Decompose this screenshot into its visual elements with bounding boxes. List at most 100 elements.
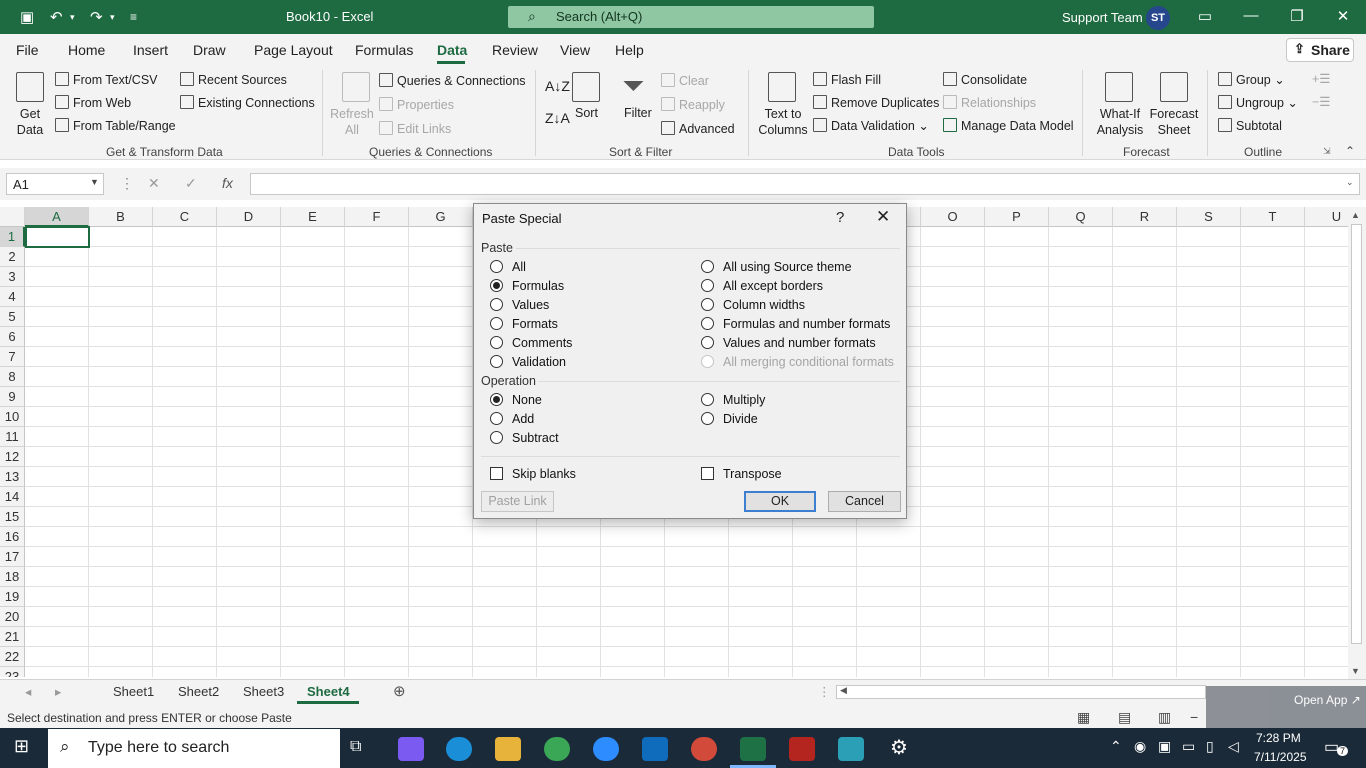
queries-connections-button[interactable]: Queries & Connections [379,73,526,88]
dialog-launcher-icon[interactable]: ⇲ [1323,146,1331,157]
radio-multiply[interactable]: Multiply [701,393,765,407]
tab-file[interactable]: File [16,42,39,58]
meet-icon[interactable]: ◉ [1134,738,1146,755]
row-header-22[interactable]: 22 [0,647,25,667]
radio-subtract[interactable]: Subtract [490,431,559,445]
edit-links-button[interactable]: Edit Links [379,121,451,136]
manage-data-model-button[interactable]: Manage Data Model [943,118,1074,133]
data-validation-button[interactable]: Data Validation ⌄ [813,118,929,133]
zoom-out-icon[interactable]: − [1190,709,1198,725]
row-header-1[interactable]: 1 [0,227,25,247]
tab-data[interactable]: Data [437,42,467,58]
recent-sources-button[interactable]: Recent Sources [180,72,287,87]
task-view-icon[interactable]: ⧉ [350,738,361,756]
radio-formulas-and-number-formats[interactable]: Formulas and number formats [701,317,890,331]
outlook-icon[interactable] [642,737,668,761]
scroll-down-icon[interactable]: ▼ [1351,666,1360,676]
select-all-corner[interactable] [0,207,25,227]
advanced-button[interactable]: Advanced [661,121,735,136]
collapse-ribbon-icon[interactable]: ⌃ [1345,144,1355,158]
row-header-13[interactable]: 13 [0,467,25,487]
close-window-icon[interactable]: ✕ [1331,7,1355,25]
row-header-11[interactable]: 11 [0,427,25,447]
horizontal-scrollbar[interactable] [836,685,1206,699]
radio-all[interactable]: All [490,260,526,274]
avatar[interactable]: ST [1146,6,1170,30]
get-data-button[interactable]: Get Data [8,106,52,138]
row-header-20[interactable]: 20 [0,607,25,627]
redo-dropdown-icon[interactable]: ▾ [110,12,115,23]
save-icon[interactable]: ▣ [20,8,34,26]
radio-formulas[interactable]: Formulas [490,279,564,293]
column-header-b[interactable]: B [89,207,153,227]
row-header-12[interactable]: 12 [0,447,25,467]
notification-icon[interactable]: ▭ [1324,737,1339,757]
from-table-button[interactable]: From Table/Range [55,118,176,133]
tab-view[interactable]: View [560,42,590,58]
sort-az-icon[interactable]: A↓Z [545,78,570,94]
column-header-u[interactable]: U [1305,207,1348,227]
radio-values[interactable]: Values [490,298,549,312]
confirm-entry-icon[interactable]: ✓ [185,175,197,192]
radio-add[interactable]: Add [490,412,534,426]
column-header-q[interactable]: Q [1049,207,1113,227]
row-header-8[interactable]: 8 [0,367,25,387]
app-diamond-icon[interactable] [838,737,864,761]
undo-dropdown-icon[interactable]: ▾ [70,12,75,23]
radio-divide[interactable]: Divide [701,412,758,426]
tab-help[interactable]: Help [615,42,644,58]
sort-za-icon[interactable]: Z↓A [545,110,570,126]
row-header-21[interactable]: 21 [0,627,25,647]
column-header-f[interactable]: F [345,207,409,227]
edge-icon[interactable] [446,737,472,761]
minimize-icon[interactable]: — [1239,7,1263,24]
page-layout-view-icon[interactable]: ▤ [1118,709,1131,726]
cancel-button[interactable]: Cancel [828,491,901,512]
group-button[interactable]: Group ⌄ [1218,72,1285,87]
row-header-18[interactable]: 18 [0,567,25,587]
ungroup-button[interactable]: Ungroup ⌄ [1218,95,1298,110]
prev-sheet-icon[interactable]: ◂ [25,684,31,699]
search-box[interactable]: ⌕ Search (Alt+Q) [508,6,874,28]
remove-duplicates-button[interactable]: Remove Duplicates [813,95,939,110]
clock-time[interactable]: 7:28 PM [1256,731,1301,745]
page-break-view-icon[interactable]: ▥ [1158,709,1171,726]
settings-icon[interactable]: ⚙ [890,735,908,760]
row-header-9[interactable]: 9 [0,387,25,407]
row-header-4[interactable]: 4 [0,287,25,307]
radio-column-widths[interactable]: Column widths [701,298,805,312]
row-header-15[interactable]: 15 [0,507,25,527]
relationships-button[interactable]: Relationships [943,95,1036,110]
filezilla-icon[interactable] [789,737,815,761]
expand-formula-bar-icon[interactable]: ⌄ [1346,177,1354,188]
row-header-19[interactable]: 19 [0,587,25,607]
restore-icon[interactable]: ❐ [1285,7,1309,25]
name-box-dropdown-icon[interactable]: ▼ [90,177,99,187]
tab-page-layout[interactable]: Page Layout [254,42,333,58]
transpose-checkbox[interactable]: Transpose [701,467,782,481]
customize-qat-icon[interactable]: ≡ [130,10,137,24]
formula-input[interactable] [250,173,1360,195]
paste-link-button[interactable]: Paste Link [481,491,554,512]
row-header-2[interactable]: 2 [0,247,25,267]
forecast-sheet-button[interactable]: Forecast Sheet [1148,106,1200,138]
consolidate-button[interactable]: Consolidate [943,72,1027,87]
radio-values-and-number-formats[interactable]: Values and number formats [701,336,876,350]
row-header-16[interactable]: 16 [0,527,25,547]
redo-icon[interactable]: ↷ [90,8,103,26]
sort-button[interactable]: Sort [575,106,598,120]
chrome-profile-icon[interactable] [691,737,717,761]
close-icon[interactable]: ✕ [876,207,890,227]
column-header-o[interactable]: O [921,207,985,227]
properties-button[interactable]: Properties [379,97,454,112]
vertical-scroll-thumb[interactable] [1351,224,1362,644]
row-header-23[interactable]: 23 [0,667,25,677]
tab-split-handle-icon[interactable]: ⋮ [818,684,831,699]
radio-all-merging-conditional-formats[interactable]: All merging conditional formats [701,355,894,369]
show-detail-icon[interactable]: +☰ [1312,71,1331,86]
hide-detail-icon[interactable]: −☰ [1312,94,1331,109]
windows-start-icon[interactable]: ⊞ [14,736,29,757]
next-sheet-icon[interactable]: ▸ [55,684,61,699]
sheet-tab-1[interactable]: Sheet1 [113,684,154,699]
tab-home[interactable]: Home [68,42,105,58]
